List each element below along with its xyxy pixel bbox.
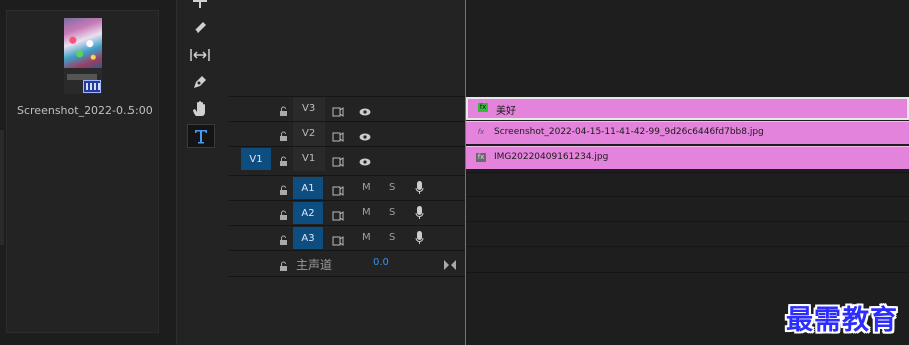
fx-badge-icon: fx bbox=[476, 153, 486, 162]
clip-title[interactable]: fx 美好 bbox=[466, 97, 909, 120]
track-headers: V3 V2 V1 V1 A1 M S A2 M S A3 M S 主声道 0.0 bbox=[229, 0, 465, 345]
track-header-empty bbox=[229, 276, 465, 345]
microphone-icon[interactable] bbox=[415, 180, 424, 199]
clip-img[interactable]: fx IMG20220409161234.jpg bbox=[466, 146, 909, 169]
track-target-a1[interactable]: A1 bbox=[293, 177, 323, 199]
hand-icon[interactable] bbox=[187, 98, 213, 120]
sync-lock-icon[interactable] bbox=[332, 102, 344, 121]
track-header-a1[interactable]: A1 M S bbox=[229, 175, 465, 199]
lock-icon[interactable] bbox=[279, 231, 288, 250]
track-target-a3[interactable]: A3 bbox=[293, 227, 323, 249]
project-item-duration: 5:00 bbox=[128, 104, 153, 117]
sequence-badge-icon bbox=[83, 80, 101, 93]
track-header-a3[interactable]: A3 M S bbox=[229, 225, 465, 249]
track-header-v1[interactable]: V1 V1 bbox=[229, 146, 465, 171]
track-name: V1 bbox=[302, 153, 316, 164]
eye-icon[interactable] bbox=[359, 152, 371, 171]
lock-icon[interactable] bbox=[279, 206, 288, 225]
sync-lock-icon[interactable] bbox=[332, 206, 344, 225]
type-icon[interactable] bbox=[187, 124, 215, 148]
mute-button[interactable]: M bbox=[362, 182, 371, 193]
mute-button[interactable]: M bbox=[362, 207, 371, 218]
lock-icon[interactable] bbox=[279, 127, 288, 146]
clip-name: Screenshot_2022-04-15-11-41-42-99_9d26c6… bbox=[494, 127, 764, 137]
eye-icon[interactable] bbox=[359, 102, 371, 121]
fx-badge-icon: fx bbox=[478, 103, 488, 112]
project-panel: Screenshot_2022-0... 5:00 bbox=[0, 0, 176, 345]
solo-button[interactable]: S bbox=[389, 207, 395, 218]
slip-icon[interactable] bbox=[187, 44, 213, 66]
playhead[interactable] bbox=[465, 0, 466, 345]
microphone-icon[interactable] bbox=[415, 230, 424, 249]
track-header-a2[interactable]: A2 M S bbox=[229, 200, 465, 224]
project-item-name: Screenshot_2022-0... bbox=[17, 104, 134, 117]
lock-icon[interactable] bbox=[279, 152, 288, 171]
sync-lock-icon[interactable] bbox=[332, 127, 344, 146]
clip-name: IMG20220409161234.jpg bbox=[494, 152, 609, 162]
sync-lock-icon[interactable] bbox=[332, 181, 344, 200]
microphone-icon[interactable] bbox=[415, 205, 424, 224]
fx-badge-icon: fx bbox=[477, 128, 485, 136]
track-header-v3[interactable]: V3 bbox=[229, 96, 465, 121]
lock-icon[interactable] bbox=[279, 257, 288, 276]
clip-name: 美好 bbox=[496, 106, 516, 117]
pen-icon[interactable] bbox=[187, 71, 213, 93]
master-volume-value[interactable]: 0.0 bbox=[373, 257, 389, 268]
tools-panel bbox=[176, 0, 229, 345]
track-name: V3 bbox=[302, 103, 316, 114]
eye-icon[interactable] bbox=[359, 127, 371, 146]
timeline-area[interactable]: fx 美好 fx Screenshot_2022-04-15-11-41-42-… bbox=[466, 0, 909, 345]
go-to-in-out-icon[interactable] bbox=[444, 255, 456, 274]
track-target-a2[interactable]: A2 bbox=[293, 202, 323, 224]
track-name: V2 bbox=[302, 128, 316, 139]
ripple-edit-icon[interactable] bbox=[187, 16, 213, 38]
panel-divider bbox=[0, 130, 4, 245]
track-header-master[interactable]: 主声道 0.0 bbox=[229, 250, 465, 276]
track-header-v2[interactable]: V2 bbox=[229, 121, 465, 146]
master-track-label: 主声道 bbox=[296, 258, 333, 272]
lock-icon[interactable] bbox=[279, 181, 288, 200]
track-select-icon[interactable] bbox=[187, 0, 213, 12]
solo-button[interactable]: S bbox=[389, 232, 395, 243]
watermark-logo: 最需教育 bbox=[786, 305, 898, 336]
lock-icon[interactable] bbox=[279, 102, 288, 121]
sync-lock-icon[interactable] bbox=[332, 231, 344, 250]
solo-button[interactable]: S bbox=[389, 182, 395, 193]
source-patch-v1[interactable]: V1 bbox=[241, 148, 271, 170]
mute-button[interactable]: M bbox=[362, 232, 371, 243]
clip-screenshot[interactable]: fx Screenshot_2022-04-15-11-41-42-99_9d2… bbox=[466, 121, 909, 144]
sync-lock-icon[interactable] bbox=[332, 152, 344, 171]
